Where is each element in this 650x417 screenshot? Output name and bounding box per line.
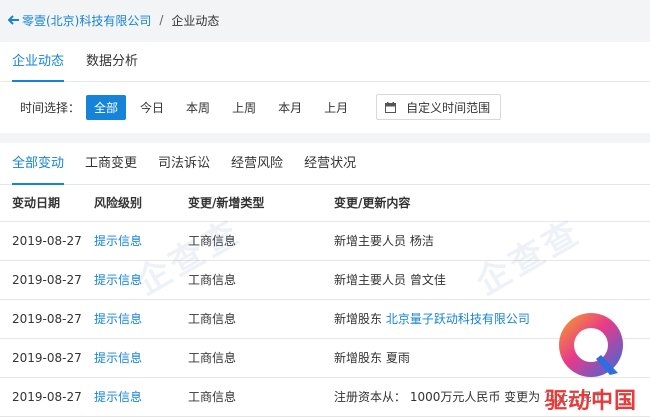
drivechina-logo: 驱动中国 [538,303,644,415]
tab-operating-status[interactable]: 经营状况 [304,143,356,184]
filter-today[interactable]: 今日 [132,95,172,120]
row-type: 工商信息 [188,221,334,261]
filter-last-week[interactable]: 上周 [224,95,264,120]
custom-range-label: 自定义时间范围 [406,100,491,115]
header-risk-level: 风险级别 [94,185,188,222]
shareholder-company-link[interactable]: 北京量子跃动科技有限公司 [386,312,530,326]
tab-judicial[interactable]: 司法诉讼 [158,143,210,184]
filter-last-month[interactable]: 上月 [316,95,356,120]
row-date: 2019-08-27 [0,221,94,261]
risk-level-link[interactable]: 提示信息 [94,351,142,365]
row-type: 工商信息 [188,377,334,417]
tab-operating-risk[interactable]: 经营风险 [231,143,283,184]
tab-business-changes[interactable]: 工商变更 [85,143,137,184]
calendar-icon [385,101,397,113]
top-tab-bar: 企业动态 数据分析 [0,42,650,82]
row-date: 2019-08-27 [0,260,94,300]
time-filter: 时间选择： 全部 今日 本周 上周 本月 上月 自定义时间范围 [0,82,650,132]
row-content: 新增主要人员 曾文佳 [334,260,650,300]
risk-level-link[interactable]: 提示信息 [94,273,142,287]
filter-this-month[interactable]: 本月 [270,95,310,120]
breadcrumb-company-link[interactable]: 零壹(北京)科技有限公司 [22,12,151,29]
row-date: 2019-08-27 [0,377,94,417]
tab-data-analysis[interactable]: 数据分析 [86,42,138,81]
row-date: 2019-08-27 [0,299,94,339]
logo-mark-icon [559,313,623,377]
row-content-text: 新增股东 [334,312,386,326]
breadcrumb-current: 企业动态 [171,13,220,28]
tab-company-news[interactable]: 企业动态 [12,42,65,82]
filter-this-week[interactable]: 本周 [178,95,218,120]
back-arrow-icon[interactable] [8,14,20,26]
header-change-content: 变更/更新内容 [334,185,650,222]
risk-level-link[interactable]: 提示信息 [94,234,142,248]
header-date: 变动日期 [0,185,94,222]
breadcrumb: 零壹(北京)科技有限公司 / 企业动态 [0,0,650,40]
table-row: 2019-08-27 提示信息 工商信息 新增主要人员 杨洁 [0,221,650,261]
row-date: 2019-08-27 [0,338,94,378]
logo-text: 驱动中国 [544,389,637,414]
breadcrumb-separator: / [159,13,164,27]
risk-level-link[interactable]: 提示信息 [94,390,142,404]
time-filter-label: 时间选择： [20,100,81,115]
row-type: 工商信息 [188,338,334,378]
top-panel: 企业动态 数据分析 时间选择： 全部 今日 本周 上周 本月 上月 自定义时间范… [0,42,650,133]
table-header-row: 变动日期 风险级别 变更/新增类型 变更/更新内容 [0,185,650,222]
change-tab-bar: 全部变动 工商变更 司法诉讼 经营风险 经营状况 [0,143,650,185]
row-type: 工商信息 [188,299,334,339]
row-type: 工商信息 [188,260,334,300]
custom-range-button[interactable]: 自定义时间范围 [376,94,502,120]
tab-all-changes[interactable]: 全部变动 [12,143,65,185]
row-content: 新增主要人员 杨洁 [334,221,650,261]
risk-level-link[interactable]: 提示信息 [94,312,142,326]
table-row: 2019-08-27 提示信息 工商信息 新增主要人员 曾文佳 [0,260,650,300]
header-change-type: 变更/新增类型 [188,185,334,222]
filter-all[interactable]: 全部 [86,94,127,120]
